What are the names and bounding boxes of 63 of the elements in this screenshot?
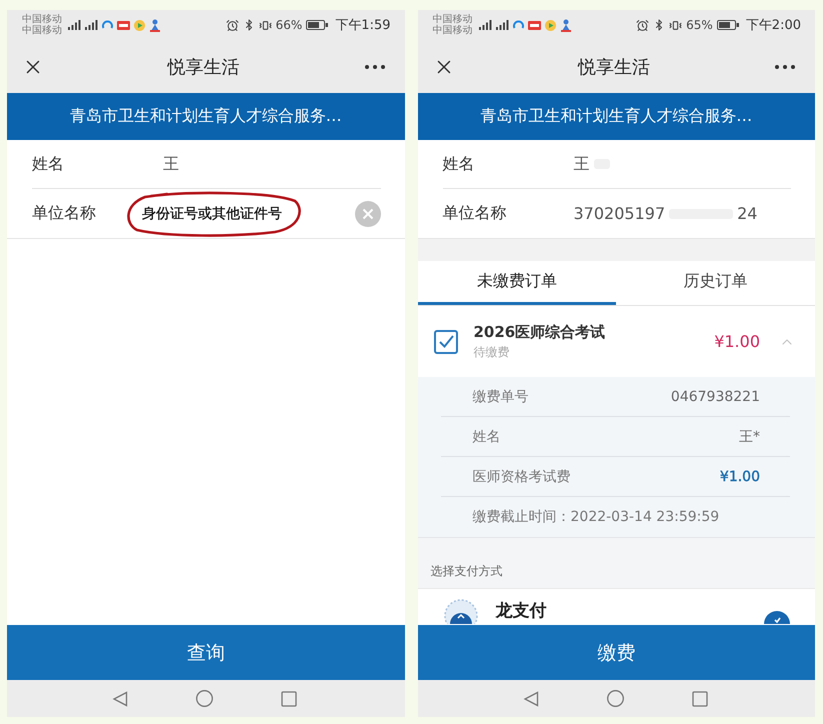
battery-icon [716,20,739,30]
battery-percent: 66% [276,18,302,32]
deadline-text: 缴费截止时间：2022-03-14 23:59:59 [472,508,720,526]
figure-icon [149,18,161,32]
page-title: 悦享生活 [167,56,240,78]
detail-label: 缴费单号 [472,388,528,406]
clock-time: 下午2:00 [746,17,801,34]
detail-value: 王* [739,428,760,446]
more-icon[interactable] [364,64,384,68]
signal-icon [478,20,492,30]
annotation-text: 身份证号或其他证件号 [142,205,282,223]
carrier-name: 中国移动 [22,25,62,36]
home-icon[interactable] [606,690,624,707]
vibrate-icon [258,18,272,32]
battery-icon [306,20,328,30]
back-icon[interactable] [112,690,128,706]
ring-icon [512,20,524,30]
figure-icon [560,18,572,32]
ring-icon [102,20,113,30]
page-banner: 青岛市卫生和计划生育人才综合服务… [7,93,404,140]
signal-icon [68,20,81,30]
detail-value: ¥1.00 [720,468,760,484]
payment-heading: 选择支付方式 [430,563,502,580]
field-value: 王 [163,154,179,174]
field-label: 姓名 [32,154,64,174]
play-icon [134,20,145,30]
field-label: 姓名 [442,154,474,174]
card-icon [528,20,540,30]
vibrate-icon [669,18,682,32]
play-icon [544,20,556,30]
battery-percent: 65% [686,18,713,32]
field-value: 王 [574,154,590,174]
page-title: 悦享生活 [578,56,650,78]
more-icon[interactable] [775,64,795,68]
checkbox[interactable] [434,330,458,354]
payment-name: 龙支付 [496,601,546,621]
field-value: 24 [737,204,758,223]
field-label: 单位名称 [442,203,506,224]
detail-label: 医师资格考试费 [472,468,570,486]
order-title: 2026医师综合考试 [474,322,606,342]
order-status: 待缴费 [474,344,510,360]
carrier-name: 中国移动 [432,25,472,36]
field-value: 370205197 [574,204,666,223]
home-icon[interactable] [196,690,213,707]
alarm-clock-icon [636,18,650,32]
back-icon[interactable] [522,690,538,706]
carrier-name: 中国移动 [22,14,62,25]
detail-value: 0467938221 [670,388,760,404]
page-banner: 青岛市卫生和计划生育人才综合服务… [418,93,815,140]
clock-time: 下午1:59 [335,17,390,34]
action-button[interactable]: 缴费 [418,625,815,680]
order-amount: ¥1.00 [714,332,760,351]
recent-apps-icon[interactable] [692,690,708,706]
signal-icon [496,20,508,30]
radio-icon[interactable] [764,611,790,624]
recent-apps-icon[interactable] [281,690,297,706]
alarm-clock-icon [226,18,239,32]
carrier-name: 中国移动 [432,14,472,25]
detail-label: 姓名 [472,428,500,446]
card-icon [117,20,130,30]
action-button[interactable]: 查询 [7,625,404,680]
signal-icon [85,20,98,30]
field-label: 单位名称 [32,203,96,224]
